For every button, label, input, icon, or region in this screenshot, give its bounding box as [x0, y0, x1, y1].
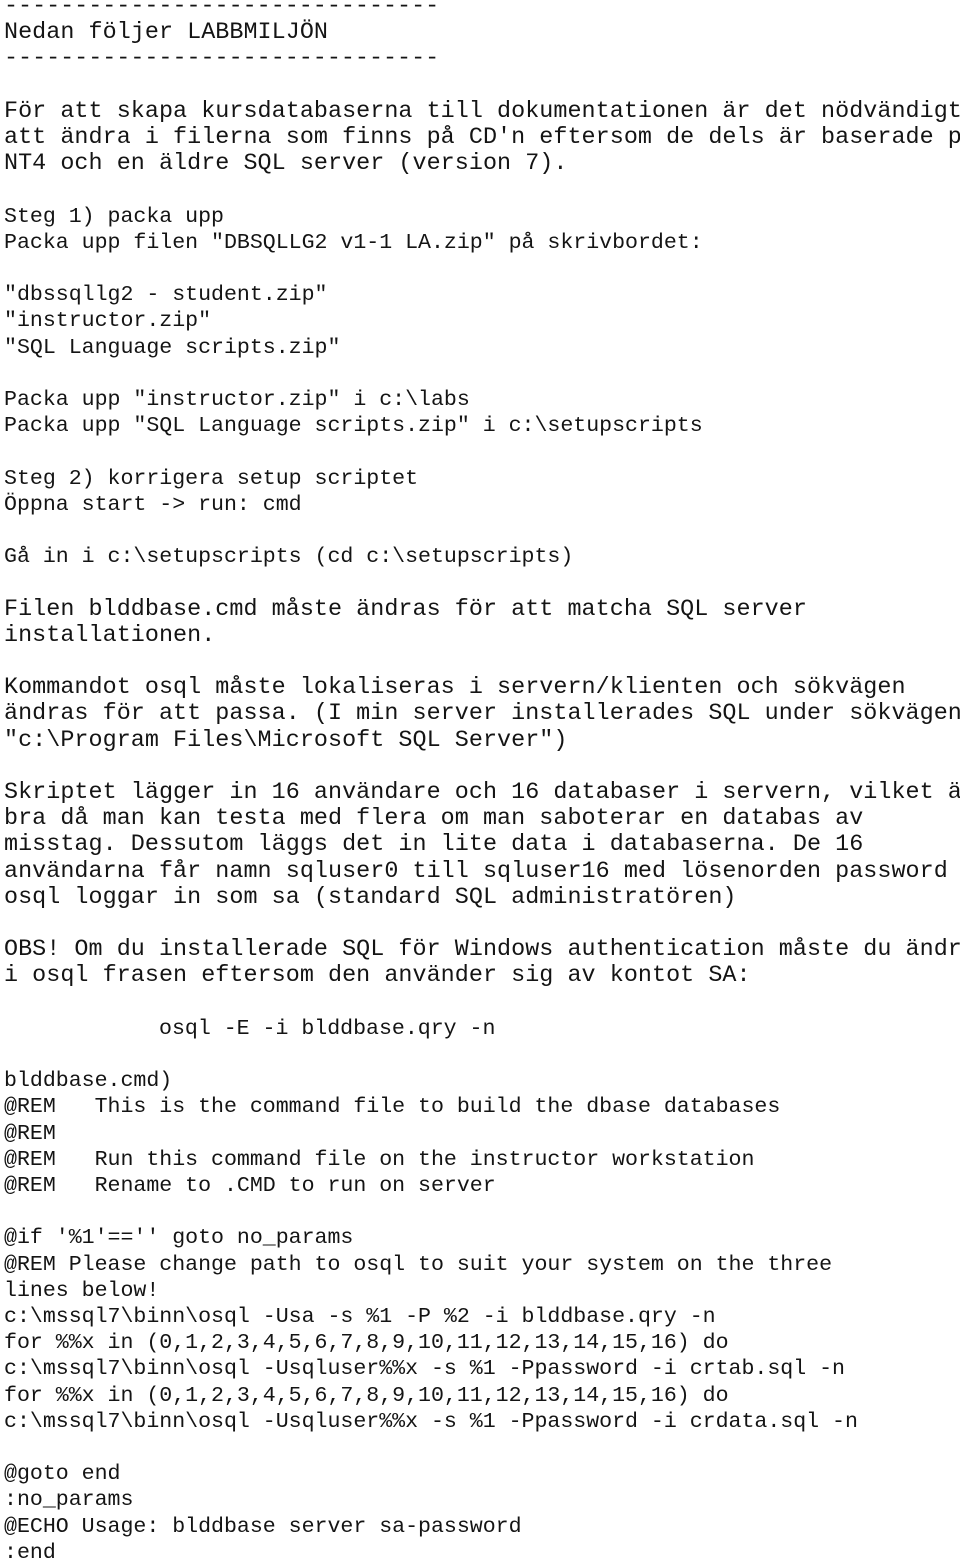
listing-body: @if '%1'=='' goto no_params @REM Please … [4, 1225, 960, 1435]
intro-paragraph: För att skapa kursdatabaserna till dokum… [4, 99, 960, 178]
edit-note-line: Filen blddbase.cmd måste ändras för att … [4, 596, 807, 623]
listing-tail-line: @goto end [4, 1462, 121, 1487]
step2-cd-line: Gå in i c:\setupscripts (cd c:\setupscri… [4, 545, 574, 570]
step1-archive-list: "dbssqllg2 - student.zip" "instructor.zi… [4, 282, 960, 361]
listing-tail-line: :no_params [4, 1488, 134, 1513]
header-rule-bottom: ------------------------------- [4, 46, 440, 73]
obs-note-line: i osql frasen eftersom den använder sig … [4, 963, 751, 990]
obs-command: osql -E -i blddbase.qry -n [159, 1016, 496, 1041]
step2-open-cmd: Öppna start -> run: cmd [4, 492, 302, 517]
archive-item: "SQL Language scripts.zip" [4, 335, 341, 360]
listing-tail: @goto end :no_params @ECHO Usage: blddba… [4, 1461, 960, 1566]
step2-cd-block: Gå in i c:\setupscripts (cd c:\setupscri… [4, 544, 960, 570]
listing-tail-line: :end [4, 1540, 56, 1565]
document-body: ------------------------------- Nedan fö… [4, 0, 960, 1566]
step2-edit-note: Filen blddbase.cmd måste ändras för att … [4, 597, 960, 649]
script-note-line: misstag. Dessutom läggs det in lite data… [4, 832, 864, 859]
listing-header: blddbase.cmd) @REM This is the command f… [4, 1068, 960, 1199]
listing-body-line: c:\mssql7\binn\osql -Usa -s %1 -P %2 -i … [4, 1304, 716, 1329]
listing-body-line: c:\mssql7\binn\osql -Usqluser%%x -s %1 -… [4, 1357, 845, 1382]
path-note-line: "c:\Program Files\Microsoft SQL Server") [4, 727, 568, 754]
header-rule-top: ------------------------------- [4, 0, 440, 20]
step2-obs-command-block: osql -E -i blddbase.qry -n [4, 1016, 960, 1042]
intro-line-3: NT4 och en äldre SQL server (version 7). [4, 151, 568, 178]
step2-obs-note: OBS! Om du installerade SQL för Windows … [4, 937, 960, 989]
listing-rem-line: @REM This is the command file to build t… [4, 1095, 781, 1120]
document-header: ------------------------------- Nedan fö… [4, 0, 960, 73]
listing-body-line: for %%x in (0,1,2,3,4,5,6,7,8,9,10,11,12… [4, 1383, 729, 1408]
extract-command: Packa upp "SQL Language scripts.zip" i c… [4, 414, 703, 439]
archive-item: "instructor.zip" [4, 309, 212, 334]
intro-line-2: att ändra i filerna som finns på CD'n ef… [4, 125, 960, 151]
listing-rem-line: @REM Rename to .CMD to run on server [4, 1173, 496, 1198]
edit-note-line: installationen. [4, 622, 216, 649]
script-note-line: osql loggar in som sa (standard SQL admi… [4, 884, 737, 911]
step1-extract-commands: Packa upp "instructor.zip" i c:\labs Pac… [4, 387, 960, 439]
listing-body-line: @REM Please change path to osql to suit … [4, 1252, 833, 1277]
obs-note-line: OBS! Om du installerade SQL för Windows … [4, 937, 960, 964]
step2-script-note: Skriptet lägger in 16 användare och 16 d… [4, 780, 960, 911]
intro-line-1: För att skapa kursdatabaserna till dokum… [4, 98, 960, 125]
step1-unzip-line: Packa upp filen "DBSQLLG2 v1-1 LA.zip" p… [4, 230, 703, 255]
script-note-line: Skriptet lägger in 16 användare och 16 d… [4, 779, 960, 806]
document-page: ------------------------------- Nedan fö… [0, 0, 960, 1565]
step1-section: Steg 1) packa upp Packa upp filen "DBSQL… [4, 204, 960, 256]
step2-path-note: Kommandot osql måste lokaliseras i serve… [4, 675, 960, 754]
listing-rem-line: @REM Run this command file on the instru… [4, 1147, 755, 1172]
page-title: Nedan följer LABBMILJÖN [4, 20, 328, 47]
listing-body-line: @if '%1'=='' goto no_params [4, 1226, 354, 1251]
listing-body-line: for %%x in (0,1,2,3,4,5,6,7,8,9,10,11,12… [4, 1331, 729, 1356]
listing-filename: blddbase.cmd) [4, 1069, 173, 1094]
script-note-line: användarna får namn sqluser0 till sqluse… [4, 858, 948, 885]
step2-heading: Steg 2) korrigera setup scriptet [4, 466, 419, 491]
listing-body-line: c:\mssql7\binn\osql -Usqluser%%x -s %1 -… [4, 1409, 858, 1434]
step1-heading: Steg 1) packa upp [4, 204, 224, 229]
extract-command: Packa upp "instructor.zip" i c:\labs [4, 387, 470, 412]
listing-body-line: lines below! [4, 1278, 160, 1303]
listing-rem-line: @REM [4, 1121, 56, 1146]
step2-section: Steg 2) korrigera setup scriptet Öppna s… [4, 466, 960, 518]
path-note-line: ändras för att passa. (I min server inst… [4, 701, 960, 728]
path-note-line: Kommandot osql måste lokaliseras i serve… [4, 675, 906, 702]
script-note-line: bra då man kan testa med flera om man sa… [4, 806, 864, 833]
archive-item: "dbssqllg2 - student.zip" [4, 283, 328, 308]
listing-tail-line: @ECHO Usage: blddbase server sa-password [4, 1514, 522, 1539]
